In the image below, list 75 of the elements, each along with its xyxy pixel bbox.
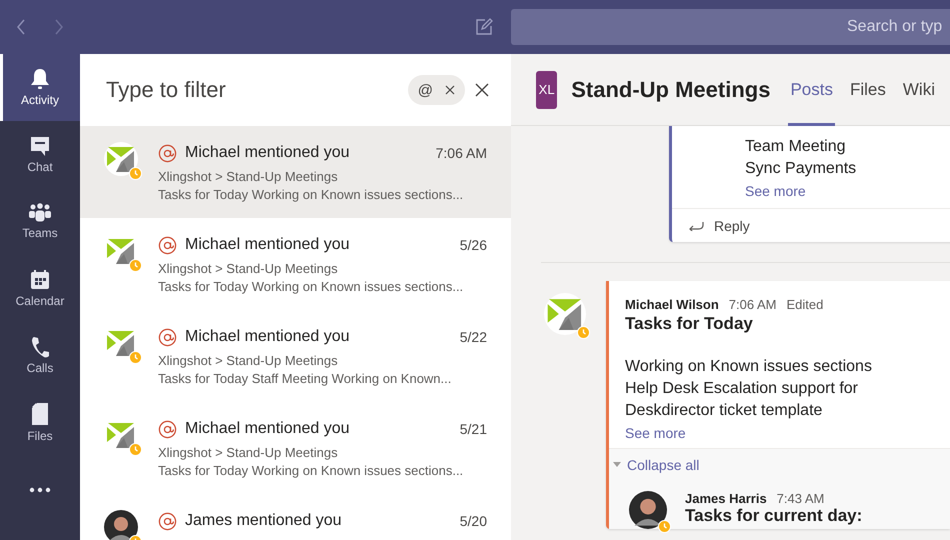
calendar-icon: [29, 269, 51, 291]
mention-filter-chip[interactable]: @: [408, 75, 465, 105]
logo-avatar: [104, 142, 138, 176]
edited-label: Edited: [786, 297, 824, 312]
author-name: Michael Wilson: [625, 297, 719, 312]
post-line: Deskdirector ticket template: [625, 401, 824, 421]
bell-icon: [30, 68, 50, 90]
notification-time: 5/21: [460, 421, 487, 437]
channel-path: Xlingshot > Stand-Up Meetings: [158, 168, 339, 186]
post-line: Working on Known issues sections: [625, 357, 873, 377]
post-time: 7:06 AM: [728, 297, 776, 312]
phone-icon: [30, 336, 50, 358]
forward-icon[interactable]: [54, 19, 64, 35]
channel-path: Xlingshot > Stand-Up Meetings: [158, 444, 339, 462]
rail-item[interactable]: Chat: [0, 121, 80, 188]
person-avatar: [629, 491, 667, 529]
rail-item[interactable]: Activity: [0, 54, 80, 121]
mention-icon: [158, 236, 177, 254]
mention-icon: [158, 144, 177, 162]
notification-time: 7:06 AM: [436, 145, 487, 161]
team-tile: XL: [536, 70, 558, 108]
away-status-icon: [129, 351, 142, 364]
reply-title: Tasks for current day:: [685, 506, 862, 526]
message-preview: Tasks for Today Working on Known issues sections...: [158, 278, 464, 296]
mention-icon: [158, 512, 177, 530]
notification-time: 5/26: [460, 237, 487, 253]
notification-title: Michael mentioned you: [185, 328, 351, 346]
away-status-icon: [577, 326, 590, 339]
notification-title: Michael mentioned you: [185, 420, 351, 438]
message-preview: Tasks for Today Staff Meeting Working on Known...: [158, 370, 452, 388]
message-preview: Tasks for Today Working on Known issues sections...: [158, 186, 464, 204]
post-line: Team Meeting: [745, 137, 846, 157]
see-more-link[interactable]: See more: [745, 180, 806, 202]
people-icon: [28, 203, 52, 223]
caret-icon[interactable]: [613, 462, 621, 468]
channel-tab[interactable]: Files: [848, 54, 888, 126]
away-status-icon: [129, 167, 142, 180]
message-preview: Tasks for Today Working on Known issues sections...: [158, 462, 464, 480]
away-status-icon: [129, 259, 142, 272]
away-status-icon: [129, 443, 142, 456]
channel-tab[interactable]: Wiki: [900, 54, 937, 126]
post-line: Sync Payments: [745, 159, 858, 179]
notification-time: 5/20: [460, 513, 487, 529]
notification-time: 5/22: [460, 329, 487, 345]
rail-item[interactable]: Calendar: [0, 255, 80, 322]
collapse-all-button[interactable]: Collapse all: [613, 457, 700, 473]
back-icon[interactable]: [16, 19, 26, 35]
author-name: James Harris: [685, 491, 767, 506]
chat-icon: [29, 135, 51, 157]
mention-icon: [158, 328, 177, 346]
channel-path: Xlingshot > Stand-Up Meetings: [158, 352, 339, 370]
reply-time: 7:43 AM: [776, 491, 824, 506]
rail-item[interactable]: Teams: [0, 188, 80, 255]
mention-icon: [158, 420, 177, 438]
compose-icon[interactable]: [475, 18, 493, 36]
notification-title: Michael mentioned you: [185, 236, 351, 254]
channel-path: Xlingshot > Stand-Up Meetings: [158, 260, 339, 278]
notification-title: Michael mentioned you: [185, 144, 351, 162]
reply-button[interactable]: Reply: [672, 208, 950, 242]
person-avatar: [104, 510, 138, 540]
see-more-link[interactable]: See more: [625, 422, 686, 444]
rail-item[interactable]: Files: [0, 389, 80, 456]
channel-title: Stand-Up Meetings: [571, 76, 770, 102]
logo-avatar: [544, 293, 586, 335]
file-icon: [31, 402, 49, 426]
post-title: Tasks for Today: [625, 314, 754, 334]
post-line: Help Desk Escalation support for: [625, 379, 859, 399]
more-icon: [29, 486, 51, 492]
rail-item[interactable]: Calls: [0, 322, 80, 389]
close-button[interactable]: [475, 83, 489, 97]
reply-arrow-icon[interactable]: [688, 220, 704, 230]
search-field[interactable]: Search or typ: [511, 9, 950, 45]
close-icon[interactable]: [445, 85, 455, 95]
mention-notification[interactable]: Michael mentioned you 7:06 AM Xlingshot > Stand-Up Meetings Tasks for Today Working on Known issues sections...: [80, 126, 511, 218]
notification-title: James mentioned you: [185, 512, 343, 530]
